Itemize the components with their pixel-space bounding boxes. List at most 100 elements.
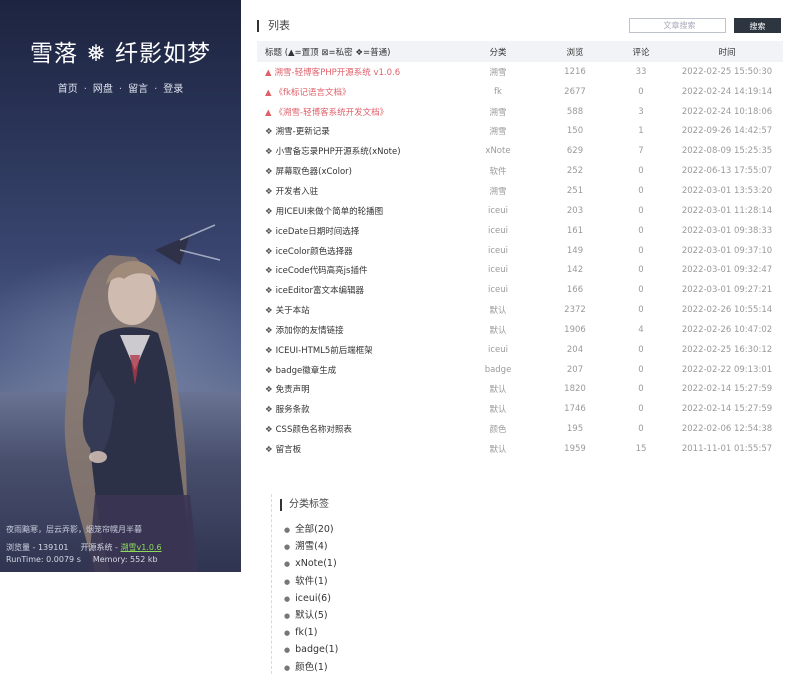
- table-row[interactable]: ❖ iceCode代码高亮js插件 iceui 142 0 2022-03-01 09:3…: [257, 260, 783, 280]
- category-link[interactable]: xNote(1): [295, 558, 337, 569]
- normal-post-icon: ❖: [265, 385, 273, 396]
- bullet-icon: ●: [284, 611, 291, 620]
- table-row[interactable]: ▲ 《fk标记语言文档》 fk 2677 0 2022-02-24 14:19:14: [257, 82, 783, 102]
- normal-post-icon: ❖: [265, 286, 273, 297]
- search-input[interactable]: [629, 18, 726, 33]
- normal-post-icon: ❖: [265, 425, 273, 436]
- category-link[interactable]: 默认(5): [295, 610, 327, 621]
- normal-post-icon: ❖: [265, 186, 273, 197]
- site-runtime-row: RunTime: 0.0079 s Memory: 552 kb: [6, 554, 237, 566]
- post-title-link[interactable]: CSS颜色名称对照表: [276, 425, 352, 435]
- table-row[interactable]: ❖ 溯雪-更新记录 溯雪 150 1 2022-09-26 14:42:57: [257, 122, 783, 142]
- post-comments: 7: [638, 146, 644, 157]
- category-item[interactable]: ● 颜色(1): [284, 659, 480, 676]
- table-row[interactable]: ▲ 《溯雪-轻博客系统开发文档》 溯雪 588 3 2022-02-24 10:18:06: [257, 102, 783, 122]
- post-title-link[interactable]: iceEditor富文本编辑器: [276, 286, 364, 296]
- post-title-link[interactable]: iceDate日期时间选择: [276, 227, 360, 237]
- table-row[interactable]: ▲ 溯雪-轻博客PHP开源系统 v1.0.6 溯雪 1216 33 2022-02-25 …: [257, 62, 783, 82]
- system-version-link[interactable]: 溯雪v1.0.6: [121, 543, 162, 552]
- category-link[interactable]: fk(1): [295, 627, 317, 638]
- post-title-link[interactable]: 小雪备忘录PHP开源系统(xNote): [276, 147, 401, 157]
- category-link[interactable]: badge(1): [295, 644, 338, 655]
- table-row[interactable]: ❖ 留言板 默认 1959 15 2011-11-01 01:55:57: [257, 439, 783, 459]
- normal-post-icon: ❖: [265, 405, 273, 416]
- category-item[interactable]: ● 溯雪(4): [284, 538, 480, 555]
- nav-login-link[interactable]: 登录: [163, 84, 183, 95]
- post-title-link[interactable]: 关于本站: [276, 306, 310, 316]
- post-views: 150: [566, 126, 584, 137]
- post-title-cell: ❖ CSS颜色名称对照表: [257, 419, 457, 439]
- post-title-link[interactable]: 《fk标记语言文档》: [275, 88, 351, 98]
- post-views: 166: [566, 285, 584, 296]
- normal-post-icon: ❖: [265, 266, 273, 277]
- table-row[interactable]: ❖ 免责声明 默认 1820 0 2022-02-14 15:27:59: [257, 380, 783, 400]
- post-title-link[interactable]: 用ICEUI来做个简单的轮播图: [276, 207, 384, 217]
- category-item[interactable]: ● fk(1): [284, 624, 480, 641]
- nav-separator: ·: [83, 84, 87, 95]
- post-comments: 0: [638, 305, 644, 316]
- table-row[interactable]: ❖ iceDate日期时间选择 iceui 161 0 2022-03-01 09:38:…: [257, 221, 783, 241]
- post-title-cell: ❖ iceDate日期时间选择: [257, 221, 457, 241]
- table-row[interactable]: ❖ 关于本站 默认 2372 0 2022-02-26 10:55:14: [257, 300, 783, 320]
- post-category: 颜色: [489, 425, 507, 436]
- post-time: 2022-02-24 14:19:14: [681, 86, 773, 97]
- post-title-link[interactable]: 开发者入驻: [276, 187, 319, 197]
- post-title-link[interactable]: badge徽章生成: [276, 366, 337, 376]
- category-link[interactable]: 全部(20): [295, 524, 334, 535]
- post-title-cell: ❖ 添加你的友情链接: [257, 320, 457, 340]
- nav-guestbook-link[interactable]: 留言: [128, 84, 148, 95]
- post-time: 2022-09-26 14:42:57: [681, 126, 773, 137]
- post-comments: 0: [638, 225, 644, 236]
- table-row[interactable]: ❖ 用ICEUI来做个简单的轮播图 iceui 203 0 2022-03-01 11:2…: [257, 201, 783, 221]
- memory-value: Memory: 552 kb: [92, 555, 158, 564]
- table-row[interactable]: ❖ 服务条款 默认 1746 0 2022-02-14 15:27:59: [257, 399, 783, 419]
- post-title-link[interactable]: 服务条款: [276, 405, 310, 415]
- table-row[interactable]: ❖ 添加你的友情链接 默认 1906 4 2022-02-26 10:47:02: [257, 320, 783, 340]
- table-row[interactable]: ❖ badge徽章生成 badge 207 0 2022-02-22 09:13:01: [257, 360, 783, 380]
- post-title-link[interactable]: iceColor颜色选择器: [276, 247, 353, 257]
- post-time: 2022-08-09 15:25:35: [681, 146, 773, 157]
- post-category: xNote: [485, 146, 511, 157]
- post-views: 588: [566, 106, 584, 117]
- post-time: 2022-02-26 10:47:02: [681, 324, 773, 335]
- category-link[interactable]: 软件(1): [295, 576, 327, 587]
- post-category: 溯雪: [489, 127, 507, 138]
- table-row[interactable]: ❖ CSS颜色名称对照表 颜色 195 0 2022-02-06 12:54:38: [257, 419, 783, 439]
- category-link[interactable]: 颜色(1): [295, 662, 327, 673]
- column-category: 分类: [457, 41, 539, 62]
- post-views: 2677: [564, 86, 586, 97]
- table-row[interactable]: ❖ 开发者入驻 溯雪 251 0 2022-03-01 13:53:20: [257, 181, 783, 201]
- table-row[interactable]: ❖ ICEUI-HTML5前后端框架 iceui 204 0 2022-02-25 16:…: [257, 340, 783, 360]
- post-views: 1906: [564, 324, 586, 335]
- category-item[interactable]: ● 默认(5): [284, 607, 480, 624]
- post-title-link[interactable]: 留言板: [276, 445, 302, 455]
- table-row[interactable]: ❖ iceColor颜色选择器 iceui 149 0 2022-03-01 09:37:…: [257, 241, 783, 261]
- category-item[interactable]: ● iceui(6): [284, 590, 480, 607]
- post-title-link[interactable]: 屏幕取色器(xColor): [276, 167, 352, 177]
- post-comments: 0: [638, 166, 644, 177]
- post-comments: 0: [638, 384, 644, 395]
- post-category: 默认: [489, 385, 507, 396]
- post-title-link[interactable]: ICEUI-HTML5前后端框架: [276, 346, 373, 356]
- post-title-link[interactable]: 《溯雪-轻博客系统开发文档》: [275, 108, 389, 118]
- nav-netdisk-link[interactable]: 网盘: [93, 84, 113, 95]
- category-item[interactable]: ● 全部(20): [284, 521, 480, 538]
- category-item[interactable]: ● xNote(1): [284, 555, 480, 572]
- category-link[interactable]: iceui(6): [295, 593, 331, 604]
- post-title-cell: ❖ iceColor颜色选择器: [257, 241, 457, 261]
- table-row[interactable]: ❖ 屏幕取色器(xColor) 软件 252 0 2022-06-13 17:55:07: [257, 161, 783, 181]
- post-title-link[interactable]: 添加你的友情链接: [276, 326, 344, 336]
- category-link[interactable]: 溯雪(4): [295, 541, 327, 552]
- nav-home-link[interactable]: 首页: [58, 84, 78, 95]
- category-item[interactable]: ● 软件(1): [284, 573, 480, 590]
- table-row[interactable]: ❖ 小雪备忘录PHP开源系统(xNote) xNote 629 7 2022-08-09 …: [257, 141, 783, 161]
- table-row[interactable]: ❖ iceEditor富文本编辑器 iceui 166 0 2022-03-01 09:2…: [257, 280, 783, 300]
- post-title-link[interactable]: 溯雪-更新记录: [276, 127, 330, 137]
- category-item[interactable]: ● badge(1): [284, 641, 480, 658]
- search-button[interactable]: 搜索: [734, 18, 781, 33]
- post-title-link[interactable]: 免责声明: [276, 385, 310, 395]
- post-time: 2022-03-01 09:38:33: [681, 225, 773, 236]
- column-time: 时间: [671, 41, 783, 62]
- post-title-link[interactable]: iceCode代码高亮js插件: [276, 266, 368, 276]
- post-title-link[interactable]: 溯雪-轻博客PHP开源系统 v1.0.6: [275, 68, 401, 78]
